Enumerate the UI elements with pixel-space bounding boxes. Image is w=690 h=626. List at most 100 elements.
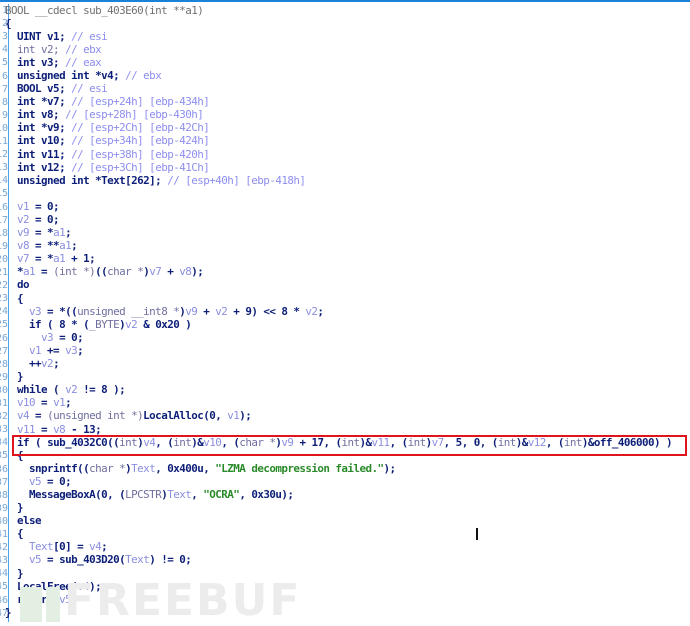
code-line[interactable]: ++v2; — [5, 357, 690, 370]
code-token-kw: unsigned int *v4; — [17, 68, 120, 82]
code-token-fn: sub_403D20 — [59, 553, 120, 567]
code-line[interactable]: v5 = 0; — [5, 475, 690, 488]
code-token-op: ++ — [29, 357, 42, 371]
code-token-op: = — [41, 553, 60, 567]
code-line[interactable]: v7 = *a1 + 1; — [5, 252, 690, 265]
code-line[interactable]: { — [5, 527, 690, 540]
code-line[interactable]: { — [5, 17, 690, 30]
code-token-op: ; — [77, 343, 84, 357]
code-token-decl: BOOL __cdecl sub_403E60(int **a1) — [5, 3, 204, 17]
code-line[interactable]: v4 = (unsigned int *)LocalAlloc(0, v1); — [5, 409, 690, 422]
code-token-type: (unsigned int *) — [47, 409, 144, 423]
code-line[interactable]: int v11; // [esp+38h] [ebp-420h] — [5, 148, 690, 161]
code-line[interactable]: MessageBoxA(0, (LPCSTR)Text, "OCRA", 0x3… — [5, 488, 690, 501]
code-token-op: = 0; — [53, 330, 84, 344]
code-line[interactable]: } — [5, 370, 690, 383]
code-line[interactable]: UINT v1; // esi — [5, 30, 690, 43]
code-line[interactable]: Text[0] = v4; — [5, 540, 690, 553]
code-token-var: v4 — [17, 409, 30, 423]
code-token-kw: } — [17, 566, 24, 580]
code-line[interactable]: *a1 = (int *)((char *)v7 + v8); — [5, 265, 690, 278]
code-line[interactable]: int v2; // ebx — [5, 43, 690, 56]
code-token-var: v5 — [29, 553, 42, 567]
code-token-op: ; — [71, 592, 78, 606]
code-token-kw: } — [5, 605, 12, 619]
code-token-op: (0, — [203, 409, 228, 423]
highlighted-line-box — [12, 435, 687, 456]
code-token-kw: int v8; — [17, 108, 60, 122]
code-line[interactable]: int v8; // [esp+28h] [ebp-430h] — [5, 108, 690, 121]
code-token-op: = ** — [29, 239, 60, 253]
code-token-cmt: // [esp+24h] [ebp-434h] — [71, 95, 210, 109]
code-line[interactable]: v2 = 0; — [5, 213, 690, 226]
code-token-var: v5 — [29, 474, 42, 488]
code-line[interactable]: int v10; // [esp+34h] [ebp-424h] — [5, 134, 690, 147]
code-token-cmt: // [esp+34h] [ebp-424h] — [71, 134, 210, 148]
code-token-type: unsigned __int8 * — [77, 304, 180, 318]
code-line[interactable] — [5, 187, 690, 200]
code-token-kw: do — [17, 278, 30, 292]
code-line[interactable]: } — [5, 606, 690, 619]
code-token-var: v10 — [17, 396, 36, 410]
code-line[interactable]: } — [5, 567, 690, 580]
code-line[interactable]: int *v9; // [esp+2Ch] [ebp-42Ch] — [5, 121, 690, 134]
code-line[interactable]: v1 = 0; — [5, 200, 690, 213]
code-line[interactable]: int *v7; // [esp+24h] [ebp-434h] — [5, 95, 690, 108]
code-token-kw: } — [17, 501, 24, 515]
code-line[interactable]: else — [5, 514, 690, 527]
code-line[interactable]: v11 = v8 - 13; — [5, 423, 690, 436]
code-line[interactable]: v3 = 0; — [5, 331, 690, 344]
code-token-var: v2 — [125, 317, 138, 331]
code-editor[interactable]: BOOL __cdecl sub_403E60(int **a1){ UINT … — [5, 4, 690, 619]
code-line[interactable]: BOOL __cdecl sub_403E60(int **a1) — [5, 4, 690, 17]
code-line[interactable]: v1 += v3; — [5, 344, 690, 357]
code-line[interactable]: while ( v2 != 8 ); — [5, 383, 690, 396]
code-line[interactable]: if ( 8 * (_BYTE)v2 & 0x20 ) — [5, 318, 690, 331]
code-token-op: ); — [89, 579, 102, 593]
code-line[interactable]: v5 = sub_403D20(Text) != 0; — [5, 553, 690, 566]
code-token-op: = — [35, 396, 54, 410]
code-line[interactable]: BOOL v5; // esi — [5, 82, 690, 95]
code-line[interactable]: snprintf((char *)Text, 0x400u, "LZMA dec… — [5, 462, 690, 475]
code-line[interactable]: v8 = **a1; — [5, 239, 690, 252]
code-token-op: , 0x400u, — [155, 461, 216, 475]
code-line[interactable]: return v5; — [5, 593, 690, 606]
code-token-var: v9 — [185, 304, 198, 318]
code-line[interactable]: v3 = *((unsigned __int8 *)v9 + v2 + 9) <… — [5, 305, 690, 318]
code-token-kw: unsigned int *Text[262]; — [17, 173, 162, 187]
code-line[interactable]: unsigned int *Text[262]; // [esp+40h] [e… — [5, 174, 690, 187]
code-token-op: ; — [101, 540, 108, 554]
code-line[interactable]: v10 = v1; — [5, 396, 690, 409]
code-token-cmt: // [esp+28h] [ebp-430h] — [65, 108, 204, 122]
code-token-kw: } — [17, 370, 24, 384]
code-token-kw: BOOL v5; — [17, 82, 66, 96]
code-line[interactable]: int v3; // eax — [5, 56, 690, 69]
code-line[interactable]: int v12; // [esp+3Ch] [ebp-41Ch] — [5, 161, 690, 174]
pseudocode-window: 1234567891011121314151617181920212223242… — [0, 0, 690, 623]
code-token-type: char * — [107, 265, 144, 279]
code-line[interactable]: { — [5, 292, 690, 305]
code-token-op: [0] = — [53, 540, 90, 554]
code-line[interactable]: unsigned int *v4; // ebx — [5, 69, 690, 82]
code-line[interactable]: LocalFree(v4); — [5, 580, 690, 593]
code-line[interactable]: v9 = *a1; — [5, 226, 690, 239]
code-token-var: v1 — [53, 396, 66, 410]
code-line[interactable]: do — [5, 278, 690, 291]
code-line[interactable]: } — [5, 501, 690, 514]
code-token-op: ); — [239, 409, 252, 423]
code-token-var: v7 — [149, 265, 162, 279]
code-token-kw: int *v9; — [17, 121, 66, 135]
